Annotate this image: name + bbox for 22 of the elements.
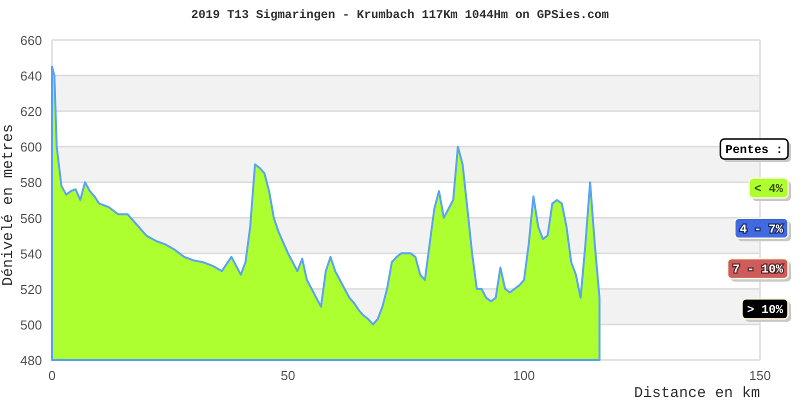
y-tick-label: 500 (20, 317, 42, 332)
legend-item: 7 - 10% (726, 258, 791, 282)
legend-item: > 10% (741, 298, 791, 322)
y-tick-label: 620 (20, 104, 42, 120)
y-tick-label: 520 (20, 282, 42, 297)
y-tick-label: 640 (20, 68, 42, 84)
legend-item: < 4% (748, 177, 791, 201)
chart-title: 2019 T13 Sigmaringen - Krumbach 117Km 1044Hm on GPSies.com (191, 8, 609, 22)
x-tick-label: 0 (48, 368, 56, 383)
x-tick-label: 50 (280, 368, 296, 383)
y-tick-label: 540 (20, 246, 42, 262)
x-tick-label: 150 (749, 368, 771, 383)
y-tick-label: 560 (20, 210, 42, 226)
x-tick-label: 100 (513, 368, 535, 383)
legend-title: Pentes : (720, 138, 791, 162)
y-tick-label: 580 (20, 175, 42, 190)
y-tick-label: 480 (20, 353, 42, 368)
y-axis-title: Dénivelé en metres (0, 124, 17, 286)
legend-item: 4 - 7% (734, 218, 791, 242)
y-tick-label: 660 (20, 33, 42, 48)
x-axis-title: Distance en km (634, 385, 760, 400)
y-tick-label: 600 (20, 140, 42, 155)
